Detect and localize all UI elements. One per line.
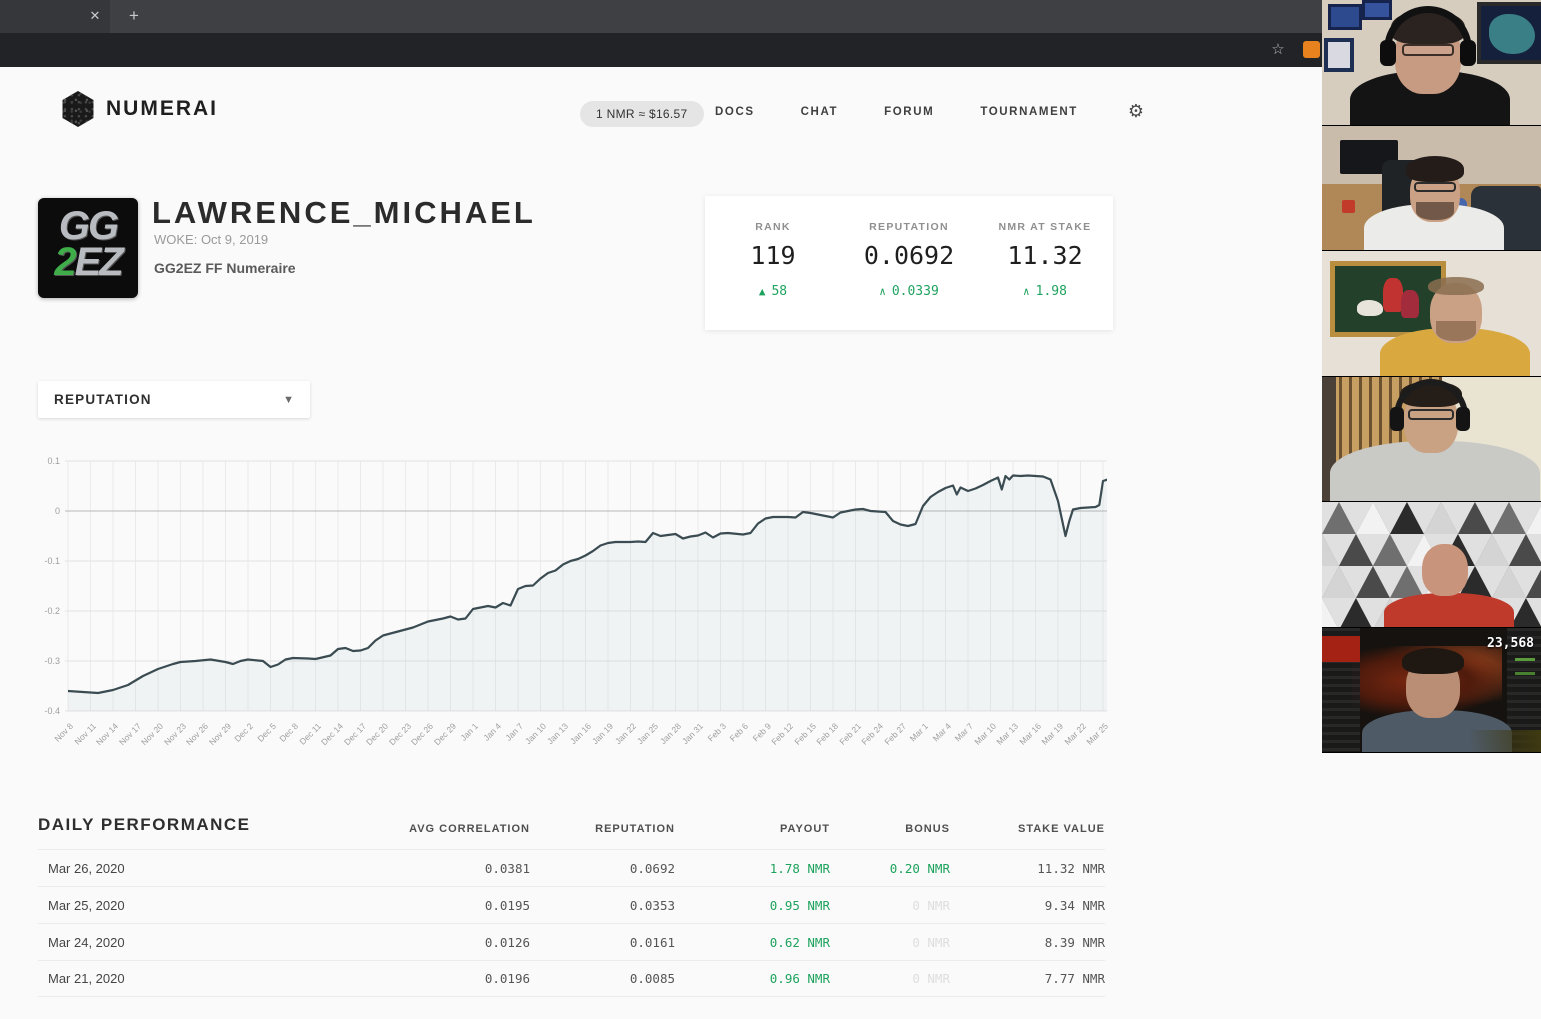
cell-bonus: 0 NMR bbox=[830, 898, 950, 913]
green-stat-dash bbox=[1515, 658, 1535, 661]
headphone-earcup bbox=[1380, 40, 1396, 66]
reputation-chart: 0.10-0.1-0.2-0.3-0.4Nov 8Nov 11Nov 14Nov… bbox=[0, 67, 1130, 767]
table-row[interactable]: Mar 25, 20200.01950.03530.95 NMR0 NMR9.3… bbox=[38, 886, 1105, 923]
person-head bbox=[1422, 544, 1468, 596]
webcam-feed-2[interactable] bbox=[1322, 126, 1541, 252]
map-picture bbox=[1477, 2, 1541, 64]
headset-earcup bbox=[1390, 407, 1404, 431]
person-torso bbox=[1384, 593, 1514, 628]
cell-date: Mar 21, 2020 bbox=[38, 971, 380, 986]
column-header-avg-correlation: AVG CORRELATION bbox=[380, 823, 530, 835]
red-cube-toy bbox=[1342, 200, 1355, 213]
cell-payout: 0.95 NMR bbox=[675, 898, 830, 913]
table-row[interactable]: Mar 26, 20200.03810.06921.78 NMR0.20 NMR… bbox=[38, 849, 1105, 886]
cell-bonus: 0 NMR bbox=[830, 971, 950, 986]
cell-payout: 1.78 NMR bbox=[675, 861, 830, 876]
y-axis-tick-label: 0 bbox=[26, 506, 60, 516]
column-header-reputation: REPUTATION bbox=[530, 823, 675, 835]
webcam-feed-3[interactable] bbox=[1322, 251, 1541, 377]
cell-avg-correlation: 0.0196 bbox=[380, 971, 530, 986]
headset-earcup bbox=[1456, 407, 1470, 431]
y-axis-tick-label: -0.3 bbox=[26, 656, 60, 666]
person-hair bbox=[1428, 277, 1484, 295]
webcam-feed-1[interactable] bbox=[1322, 0, 1541, 126]
green-stat-dash bbox=[1515, 672, 1535, 675]
cell-date: Mar 26, 2020 bbox=[38, 861, 380, 876]
cell-bonus: 0.20 NMR bbox=[830, 861, 950, 876]
person-beard bbox=[1416, 202, 1454, 220]
browser-tab-strip: ✕ + bbox=[0, 0, 1541, 33]
headphone-earcup bbox=[1460, 40, 1476, 66]
table-header-row: DAILY PERFORMANCE AVG CORRELATION REPUTA… bbox=[38, 815, 1105, 849]
column-header-payout: PAYOUT bbox=[675, 823, 830, 835]
webcam-feed-6[interactable]: 23,568 bbox=[1322, 628, 1541, 754]
person-beard bbox=[1436, 321, 1476, 341]
gold-framed-painting bbox=[1330, 261, 1446, 337]
picture-frame bbox=[1362, 0, 1392, 20]
cell-bonus: 0 NMR bbox=[830, 935, 950, 950]
y-axis-tick-label: 0.1 bbox=[26, 456, 60, 466]
desk-glow bbox=[1471, 730, 1541, 752]
cell-avg-correlation: 0.0126 bbox=[380, 935, 530, 950]
cell-avg-correlation: 0.0195 bbox=[380, 898, 530, 913]
table-body: Mar 26, 20200.03810.06921.78 NMR0.20 NMR… bbox=[38, 849, 1105, 997]
cell-avg-correlation: 0.0381 bbox=[380, 861, 530, 876]
table-title: DAILY PERFORMANCE bbox=[38, 815, 380, 835]
y-axis-tick-label: -0.2 bbox=[26, 606, 60, 616]
y-axis-tick-label: -0.1 bbox=[26, 556, 60, 566]
cell-stake-value: 8.39 NMR bbox=[950, 935, 1105, 950]
bookmark-star-icon[interactable]: ☆ bbox=[1268, 40, 1288, 60]
viewer-count: 23,568 bbox=[1487, 636, 1534, 651]
chart-plot-area bbox=[65, 455, 1107, 717]
red-banner bbox=[1322, 636, 1360, 662]
cell-stake-value: 11.32 NMR bbox=[950, 861, 1105, 876]
cell-reputation: 0.0085 bbox=[530, 971, 675, 986]
cell-payout: 0.62 NMR bbox=[675, 935, 830, 950]
table-row[interactable]: Mar 24, 20200.01260.01610.62 NMR0 NMR8.3… bbox=[38, 923, 1105, 960]
column-header-bonus: BONUS bbox=[830, 823, 950, 835]
video-call-panel: 23,568 bbox=[1322, 0, 1541, 753]
cell-stake-value: 9.34 NMR bbox=[950, 898, 1105, 913]
y-axis-tick-label: -0.4 bbox=[26, 706, 60, 716]
cell-reputation: 0.0692 bbox=[530, 861, 675, 876]
cell-reputation: 0.0353 bbox=[530, 898, 675, 913]
webcam-feed-4[interactable] bbox=[1322, 377, 1541, 503]
glasses bbox=[1414, 182, 1456, 192]
settings-gear-icon[interactable]: ⚙ bbox=[1128, 101, 1144, 122]
glasses bbox=[1408, 409, 1454, 420]
cell-date: Mar 24, 2020 bbox=[38, 935, 380, 950]
webcam-feed-5[interactable] bbox=[1322, 502, 1541, 628]
new-tab-icon[interactable]: + bbox=[123, 5, 145, 27]
glasses bbox=[1402, 44, 1454, 56]
picture-frame bbox=[1324, 38, 1354, 72]
column-header-stake-value: STAKE VALUE bbox=[950, 823, 1105, 835]
daily-performance-table: DAILY PERFORMANCE AVG CORRELATION REPUTA… bbox=[38, 815, 1105, 997]
cell-payout: 0.96 NMR bbox=[675, 971, 830, 986]
table-row[interactable]: Mar 21, 20200.01960.00850.96 NMR0 NMR7.7… bbox=[38, 960, 1105, 997]
person-hair bbox=[1406, 156, 1464, 182]
numerai-page: NUMERAI 1 NMR ≈ $16.57 DOCS CHAT FORUM T… bbox=[0, 67, 1541, 1019]
cell-date: Mar 25, 2020 bbox=[38, 898, 380, 913]
cell-stake-value: 7.77 NMR bbox=[950, 971, 1105, 986]
browser-extension-icon[interactable] bbox=[1303, 41, 1320, 58]
cell-reputation: 0.0161 bbox=[530, 935, 675, 950]
tab-close-icon[interactable]: ✕ bbox=[86, 7, 104, 25]
person-hair bbox=[1402, 648, 1464, 674]
picture-frame bbox=[1328, 4, 1362, 30]
